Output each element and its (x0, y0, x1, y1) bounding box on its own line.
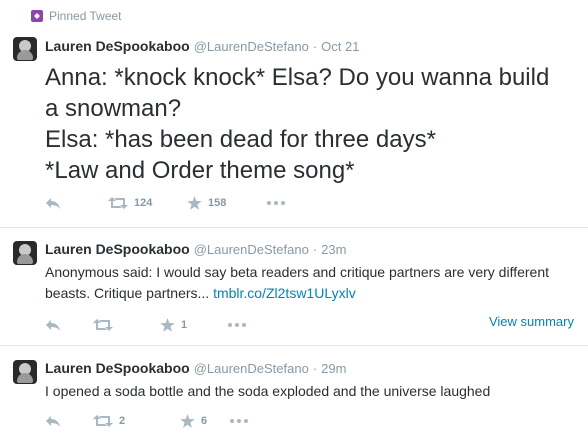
star-icon (160, 318, 175, 332)
more-button[interactable] (230, 419, 248, 423)
reply-button[interactable] (45, 318, 61, 332)
tweet-pinned[interactable]: Pinned Tweet Lauren DeSpookaboo @LaurenD… (0, 0, 588, 228)
retweet-icon (108, 197, 128, 209)
tweet-timestamp[interactable]: Oct 21 (321, 39, 359, 54)
reply-icon (46, 198, 60, 209)
author-name[interactable]: Lauren DeSpookaboo (45, 38, 190, 54)
view-summary-link[interactable]: View summary (489, 314, 574, 329)
retweet-icon (93, 415, 113, 427)
favorite-button[interactable]: 6 (180, 414, 207, 428)
tweet-link[interactable]: tmblr.co/Zl2tsw1ULyxlv (213, 285, 356, 301)
tweet-text: Anonymous said: I would say beta readers… (45, 262, 580, 304)
separator-dot: · (312, 39, 318, 54)
reply-icon (46, 416, 60, 427)
retweet-button[interactable]: 2 (93, 414, 125, 428)
tweet-header: Lauren DeSpookaboo @LaurenDeStefano · 29… (45, 360, 346, 376)
author-name[interactable]: Lauren DeSpookaboo (45, 360, 190, 376)
avatar[interactable] (13, 360, 37, 384)
author-handle[interactable]: @LaurenDeStefano (194, 39, 309, 54)
more-button[interactable] (267, 201, 285, 205)
more-button[interactable] (228, 323, 246, 327)
retweet-button[interactable]: 124 (108, 196, 152, 210)
pin-icon (31, 10, 43, 22)
pinned-text: Pinned Tweet (49, 9, 122, 23)
author-name[interactable]: Lauren DeSpookaboo (45, 241, 190, 257)
reply-icon (46, 320, 60, 331)
tweet-text: Anna: *knock knock* Elsa? Do you wanna b… (45, 64, 550, 184)
avatar[interactable] (13, 241, 37, 265)
more-icon (230, 419, 248, 423)
tweet[interactable]: Lauren DeSpookaboo @LaurenDeStefano · 23… (0, 228, 588, 346)
star-icon (180, 414, 195, 428)
favorite-button[interactable]: 1 (160, 318, 187, 332)
more-icon (267, 201, 285, 205)
reply-button[interactable] (45, 196, 61, 210)
tweet[interactable]: Lauren DeSpookaboo @LaurenDeStefano · 29… (0, 346, 588, 448)
tweet-text: I opened a soda bottle and the soda expl… (45, 383, 491, 399)
separator-dot: · (312, 361, 318, 376)
retweet-count: 124 (134, 197, 153, 209)
tweet-timestamp[interactable]: 23m (321, 242, 346, 257)
author-handle[interactable]: @LaurenDeStefano (194, 242, 309, 257)
author-handle[interactable]: @LaurenDeStefano (194, 361, 309, 376)
tweet-timestamp[interactable]: 29m (321, 361, 346, 376)
more-icon (228, 323, 246, 327)
retweet-button[interactable] (93, 318, 113, 332)
separator-dot: · (312, 242, 318, 257)
star-icon (187, 196, 202, 210)
favorite-count: 6 (201, 415, 208, 427)
favorite-count: 1 (181, 319, 188, 331)
retweet-count: 2 (119, 415, 126, 427)
favorite-count: 158 (208, 197, 227, 209)
pinned-tweet-label: Pinned Tweet (31, 6, 122, 26)
tweet-header: Lauren DeSpookaboo @LaurenDeStefano · Oc… (45, 38, 359, 54)
retweet-icon (93, 319, 113, 331)
reply-button[interactable] (45, 414, 61, 428)
favorite-button[interactable]: 158 (187, 196, 226, 210)
tweet-header: Lauren DeSpookaboo @LaurenDeStefano · 23… (45, 241, 346, 257)
avatar[interactable] (13, 37, 37, 61)
